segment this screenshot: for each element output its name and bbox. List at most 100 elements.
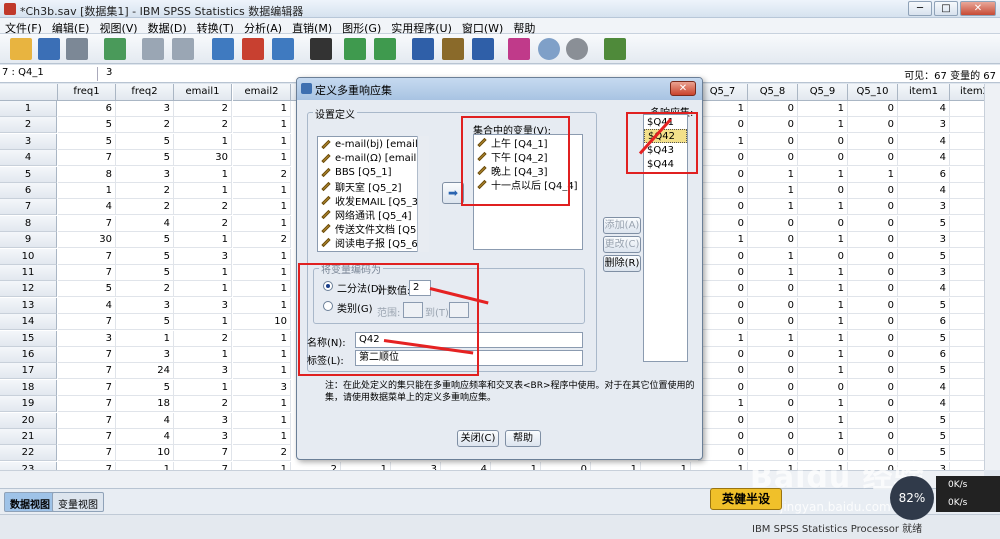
grid-cell[interactable]: 4: [898, 396, 950, 413]
grid-cell[interactable]: 1: [641, 461, 691, 470]
grid-cell[interactable]: 0: [798, 248, 848, 265]
grid-cell[interactable]: 1: [233, 297, 291, 314]
split-file-icon[interactable]: [412, 38, 434, 60]
grid-cell[interactable]: 5: [58, 133, 116, 150]
grid-cell[interactable]: 7: [174, 461, 232, 470]
grid-cell[interactable]: 4: [898, 150, 950, 167]
row-header[interactable]: 9: [0, 232, 57, 249]
grid-cell[interactable]: 7: [58, 150, 116, 167]
grid-cell[interactable]: 1: [233, 281, 291, 298]
grid-cell[interactable]: 1: [174, 281, 232, 298]
grid-cell[interactable]: 5: [898, 297, 950, 314]
grid-cell[interactable]: 1: [798, 117, 848, 134]
grid-cell[interactable]: 2: [233, 445, 291, 462]
grid-cell[interactable]: 1: [798, 429, 848, 445]
grid-cell[interactable]: 3: [898, 265, 950, 281]
grid-cell[interactable]: 0: [848, 412, 898, 429]
grid-cell[interactable]: 10: [116, 445, 174, 462]
grid-cell[interactable]: 0: [848, 133, 898, 150]
grid-cell[interactable]: 0: [698, 347, 748, 363]
row-header[interactable]: 2: [0, 117, 57, 134]
grid-cell[interactable]: 0: [848, 347, 898, 363]
grid-cell[interactable]: 7: [58, 461, 116, 470]
tab-variable-view[interactable]: 变量视图: [52, 492, 104, 512]
row-header[interactable]: 16: [0, 347, 57, 363]
grid-cell[interactable]: 5: [58, 281, 116, 298]
grid-cell[interactable]: 1: [748, 199, 798, 216]
grid-cell[interactable]: 1: [748, 248, 798, 265]
row-header[interactable]: 10: [0, 248, 57, 265]
grid-cell[interactable]: 1: [748, 265, 798, 281]
menu-item-1[interactable]: 编辑(E): [47, 18, 95, 35]
open-icon[interactable]: [10, 38, 32, 60]
grid-cell[interactable]: 2: [174, 396, 232, 413]
row-header[interactable]: 3: [0, 133, 57, 150]
grid-cell[interactable]: 1: [233, 330, 291, 347]
grid-cell[interactable]: 1: [116, 461, 174, 470]
grid-cell[interactable]: 0: [748, 297, 798, 314]
grid-cell[interactable]: 30: [174, 150, 232, 167]
minimize-button[interactable]: ─: [908, 1, 932, 16]
row-header[interactable]: 13: [0, 297, 57, 314]
grid-cell[interactable]: 7: [58, 412, 116, 429]
grid-cell[interactable]: 2: [174, 330, 232, 347]
grid-cell[interactable]: 1: [798, 330, 848, 347]
grid-cell[interactable]: 3: [174, 412, 232, 429]
grid-cell[interactable]: 7: [174, 445, 232, 462]
grid-cell[interactable]: 18: [116, 396, 174, 413]
grid-cell[interactable]: 0: [798, 133, 848, 150]
goto-case-icon[interactable]: [212, 38, 234, 60]
grid-cell[interactable]: 1: [798, 396, 848, 413]
grid-cell[interactable]: 1: [341, 461, 391, 470]
grid-cell[interactable]: 1: [798, 281, 848, 298]
column-header[interactable]: Q5_9: [798, 84, 848, 101]
grid-cell[interactable]: 0: [748, 101, 798, 117]
use-sets-icon[interactable]: [538, 38, 560, 60]
weight-cases-icon[interactable]: [442, 38, 464, 60]
menu-item-7[interactable]: 图形(G): [337, 18, 386, 35]
grid-cell[interactable]: 0: [698, 429, 748, 445]
source-variable-item[interactable]: e-mail(Ω) [email2]: [318, 151, 428, 165]
grid-cell[interactable]: 4: [898, 101, 950, 117]
undo-icon[interactable]: [142, 38, 164, 60]
grid-cell[interactable]: 3: [233, 379, 291, 396]
grid-cell[interactable]: 0: [698, 281, 748, 298]
grid-cell[interactable]: 1: [748, 166, 798, 183]
grid-cell[interactable]: 0: [798, 183, 848, 199]
column-header[interactable]: Q5_10: [848, 84, 898, 101]
grid-cell[interactable]: 1: [798, 347, 848, 363]
grid-cell[interactable]: 2: [116, 281, 174, 298]
grid-cell[interactable]: 1: [233, 363, 291, 380]
grid-cell[interactable]: 1: [233, 150, 291, 167]
grid-cell[interactable]: 0: [798, 215, 848, 232]
help-button[interactable]: 帮助: [505, 430, 541, 447]
grid-cell[interactable]: 1: [233, 133, 291, 150]
grid-cell[interactable]: 0: [698, 363, 748, 380]
grid-cell[interactable]: 7: [58, 347, 116, 363]
grid-cell[interactable]: 0: [748, 133, 798, 150]
menu-item-0[interactable]: 文件(F): [0, 18, 47, 35]
grid-cell[interactable]: 4: [116, 412, 174, 429]
grid-cell[interactable]: 1: [233, 101, 291, 117]
grid-cell[interactable]: 1: [174, 166, 232, 183]
source-variable-item[interactable]: BBS [Q5_1]: [318, 165, 428, 179]
grid-cell[interactable]: 1: [233, 429, 291, 445]
close-window-button[interactable]: ✕: [960, 1, 996, 16]
source-variable-item[interactable]: 阅读电子报 [Q5_6]: [318, 235, 428, 249]
grid-cell[interactable]: 1: [798, 297, 848, 314]
menu-item-2[interactable]: 视图(V): [94, 18, 142, 35]
grid-cell[interactable]: 4: [116, 429, 174, 445]
grid-cell[interactable]: 2: [233, 166, 291, 183]
source-variable-item[interactable]: 网络游戏 [Q5_7]: [318, 249, 428, 251]
grid-cell[interactable]: 3: [391, 461, 441, 470]
grid-cell[interactable]: 1: [174, 265, 232, 281]
grid-cell[interactable]: 7: [58, 314, 116, 331]
grid-cell[interactable]: 1: [698, 461, 748, 470]
maximize-button[interactable]: □: [934, 1, 958, 16]
source-variable-list[interactable]: e-mail(bj) [email1] e-mail(Ω) [email2] BBS…: [317, 136, 429, 252]
grid-cell[interactable]: 0: [848, 101, 898, 117]
add-set-button[interactable]: 添加(A): [603, 217, 641, 234]
grid-cell[interactable]: 1: [798, 412, 848, 429]
grid-cell[interactable]: 1: [798, 199, 848, 216]
source-variable-item[interactable]: 传送文件文档 [Q5...: [318, 221, 428, 235]
